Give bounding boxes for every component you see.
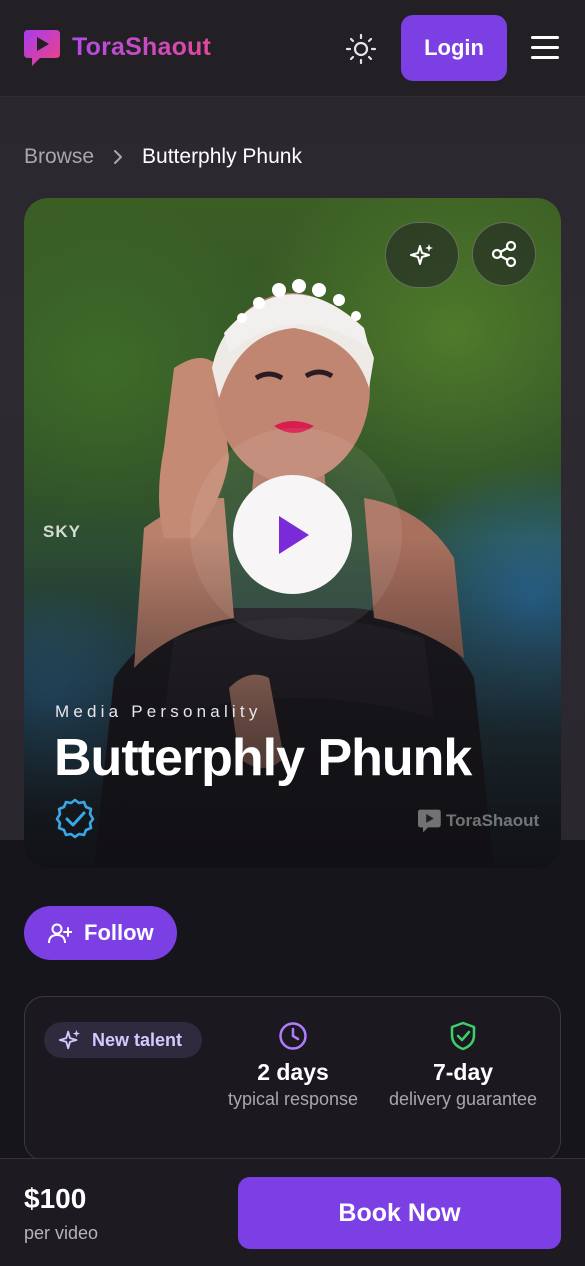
user-plus-icon	[48, 923, 72, 944]
follow-button[interactable]: Follow	[24, 906, 177, 960]
logo-icon	[24, 28, 62, 66]
sparkle-icon	[410, 244, 433, 265]
share-icon	[491, 240, 517, 268]
delivery-guarantee-value: 7-day	[432, 1059, 494, 1085]
app-header: ToraShaout Login	[0, 0, 585, 97]
breadcrumb: Browse Butterphly Phunk	[24, 145, 302, 169]
clock-icon	[279, 1022, 307, 1050]
verified-icon	[55, 798, 95, 839]
brand-name: ToraShaout	[72, 32, 212, 61]
share-button[interactable]	[472, 222, 536, 286]
sparkle-icon	[58, 1029, 81, 1050]
brand-watermark: ToraShaout	[418, 808, 539, 834]
response-time-label: typical response	[227, 1089, 359, 1109]
brand-logo[interactable]: ToraShaout	[24, 28, 211, 66]
price-value: $100	[24, 1183, 87, 1214]
shield-check-icon	[450, 1021, 476, 1051]
breadcrumb-browse-link[interactable]: Browse	[24, 145, 94, 169]
photo-watermark: SKY	[43, 522, 81, 541]
play-icon	[278, 515, 309, 554]
menu-icon[interactable]	[531, 36, 561, 62]
talent-video-card[interactable]: SKY Media Personality Butterphly Phunk T…	[24, 198, 561, 868]
response-time-stat: 2 days typical response	[213, 1021, 373, 1111]
login-button[interactable]: Login	[401, 15, 507, 81]
logo-icon	[418, 809, 441, 833]
new-talent-badge: New talent	[44, 1022, 202, 1058]
breadcrumb-current: Butterphly Phunk	[142, 145, 302, 168]
badge-label: New talent	[92, 1029, 183, 1050]
sun-icon	[345, 33, 377, 65]
chevron-right-icon	[114, 150, 123, 164]
booking-bar: $100 per video Book Now	[0, 1158, 585, 1266]
follow-label: Follow	[84, 920, 154, 945]
price-unit: per video	[24, 1223, 99, 1243]
talent-name: Butterphly Phunk	[54, 729, 472, 787]
delivery-guarantee-stat: 7-day delivery guarantee	[383, 1021, 543, 1111]
talent-category: Media Personality	[55, 702, 262, 721]
sparkle-button[interactable]	[385, 222, 459, 288]
talent-stats-card: New talent 2 days typical response 7-day…	[24, 996, 561, 1161]
delivery-guarantee-label: delivery guarantee	[388, 1089, 538, 1109]
play-button[interactable]	[233, 475, 352, 594]
brand-watermark-text: ToraShaout	[446, 811, 540, 830]
response-time-value: 2 days	[257, 1059, 329, 1085]
theme-toggle-button[interactable]	[344, 32, 378, 66]
book-now-button[interactable]: Book Now	[238, 1177, 561, 1249]
